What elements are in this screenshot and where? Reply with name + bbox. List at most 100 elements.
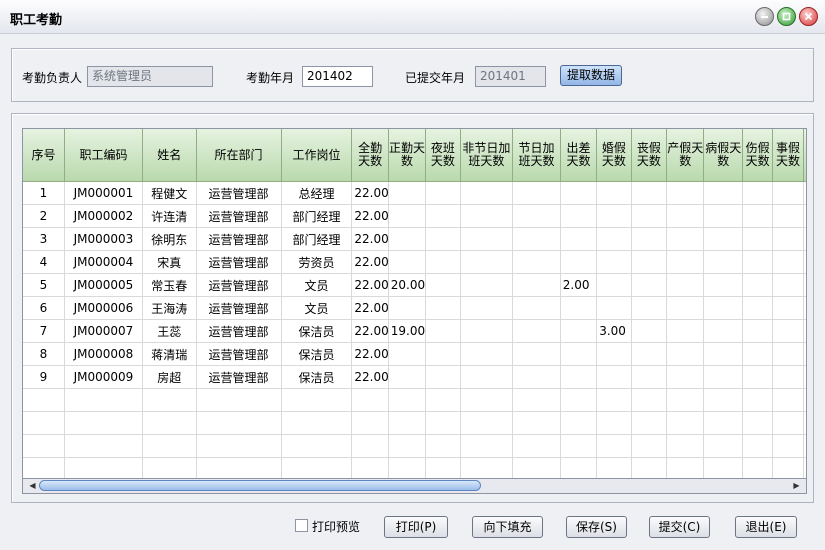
- cell-dept[interactable]: 运营管理部: [196, 227, 282, 251]
- cell-full[interactable]: 22.00: [351, 204, 389, 228]
- cell-ot_holiday[interactable]: [512, 342, 561, 366]
- cell-post[interactable]: 部门经理: [281, 227, 353, 251]
- cell-normal[interactable]: 20.00: [388, 273, 427, 297]
- cell-injury[interactable]: [742, 319, 774, 343]
- cell-code[interactable]: JM000003: [64, 227, 143, 251]
- cell-trip[interactable]: [560, 342, 598, 366]
- cell-personal[interactable]: [772, 342, 804, 366]
- cell-sick[interactable]: [703, 227, 743, 251]
- cell-sick[interactable]: [703, 434, 743, 458]
- cell-no[interactable]: 3: [23, 227, 65, 251]
- table-row-empty[interactable]: [23, 434, 806, 458]
- table-row[interactable]: 2 JM000002 许连清 运营管理部 部门经理 22.00: [23, 204, 806, 228]
- cell-marriage[interactable]: [596, 457, 632, 478]
- column-header-normal[interactable]: 正勤天数: [388, 129, 427, 182]
- cell-ot_nonholiday[interactable]: [460, 434, 514, 458]
- column-header-marriage[interactable]: 婚假天数: [596, 129, 632, 182]
- cell-normal[interactable]: [388, 342, 427, 366]
- cell-dept[interactable]: [196, 434, 282, 458]
- cell-maternity[interactable]: [666, 365, 705, 389]
- cell-visit[interactable]: [803, 457, 806, 478]
- cell-ot_holiday[interactable]: [512, 388, 561, 412]
- cell-injury[interactable]: [742, 181, 774, 205]
- cell-code[interactable]: JM000004: [64, 250, 143, 274]
- cell-sick[interactable]: [703, 181, 743, 205]
- cell-personal[interactable]: [772, 227, 804, 251]
- cell-ot_nonholiday[interactable]: [460, 342, 514, 366]
- cell-trip[interactable]: [560, 250, 598, 274]
- cell-full[interactable]: [351, 388, 389, 412]
- cell-maternity[interactable]: [666, 204, 705, 228]
- cell-normal[interactable]: [388, 296, 427, 320]
- cell-name[interactable]: 徐明东: [142, 227, 197, 251]
- table-row[interactable]: 8 JM000008 蒋清瑞 运营管理部 保洁员 22.00: [23, 342, 806, 366]
- cell-ot_holiday[interactable]: [512, 204, 561, 228]
- cell-trip[interactable]: [560, 296, 598, 320]
- table-row[interactable]: 1 JM000001 程健文 运营管理部 总经理 22.00: [23, 181, 806, 205]
- table-row[interactable]: 9 JM000009 房超 运营管理部 保洁员 22.00: [23, 365, 806, 389]
- cell-normal[interactable]: [388, 411, 427, 435]
- cell-no[interactable]: 6: [23, 296, 65, 320]
- cell-code[interactable]: [64, 388, 143, 412]
- cell-no[interactable]: [23, 411, 65, 435]
- cell-dept[interactable]: [196, 388, 282, 412]
- fill-down-button[interactable]: 向下填充: [472, 516, 543, 538]
- cell-injury[interactable]: [742, 204, 774, 228]
- cell-post[interactable]: 保洁员: [281, 319, 353, 343]
- cell-sick[interactable]: [703, 365, 743, 389]
- cell-personal[interactable]: [772, 181, 804, 205]
- cell-night[interactable]: [425, 250, 461, 274]
- cell-marriage[interactable]: [596, 227, 632, 251]
- cell-visit[interactable]: [803, 250, 806, 274]
- cell-visit[interactable]: [803, 204, 806, 228]
- cell-ot_holiday[interactable]: [512, 250, 561, 274]
- cell-ot_holiday[interactable]: [512, 365, 561, 389]
- cell-post[interactable]: 保洁员: [281, 342, 353, 366]
- cell-sick[interactable]: [703, 319, 743, 343]
- scroll-right-icon[interactable]: ▶: [789, 479, 804, 493]
- cell-maternity[interactable]: [666, 250, 705, 274]
- cell-post[interactable]: 文员: [281, 296, 353, 320]
- cell-personal[interactable]: [772, 296, 804, 320]
- cell-ot_holiday[interactable]: [512, 273, 561, 297]
- cell-trip[interactable]: [560, 457, 598, 478]
- cell-visit[interactable]: [803, 388, 806, 412]
- cell-name[interactable]: 房超: [142, 365, 197, 389]
- cell-ot_holiday[interactable]: [512, 181, 561, 205]
- cell-dept[interactable]: 运营管理部: [196, 273, 282, 297]
- cell-marriage[interactable]: [596, 342, 632, 366]
- cell-injury[interactable]: [742, 296, 774, 320]
- cell-ot_holiday[interactable]: [512, 319, 561, 343]
- cell-funeral[interactable]: [631, 319, 668, 343]
- cell-code[interactable]: JM000007: [64, 319, 143, 343]
- cell-sick[interactable]: [703, 250, 743, 274]
- cell-injury[interactable]: [742, 434, 774, 458]
- cell-funeral[interactable]: [631, 181, 668, 205]
- cell-funeral[interactable]: [631, 227, 668, 251]
- cell-marriage[interactable]: [596, 204, 632, 228]
- cell-name[interactable]: 许连清: [142, 204, 197, 228]
- cell-personal[interactable]: [772, 411, 804, 435]
- cell-no[interactable]: 7: [23, 319, 65, 343]
- cell-full[interactable]: 22.00: [351, 365, 389, 389]
- cell-sick[interactable]: [703, 457, 743, 478]
- cell-ot_holiday[interactable]: [512, 434, 561, 458]
- cell-no[interactable]: [23, 388, 65, 412]
- attendance-grid[interactable]: 序号 职工编码 姓名 所在部门 工作岗位 全勤天数 正勤天数 夜班天数 非节日加班天数 节日加班天…: [22, 128, 807, 479]
- cell-marriage[interactable]: 3.00: [596, 319, 632, 343]
- cell-no[interactable]: 8: [23, 342, 65, 366]
- cell-full[interactable]: [351, 411, 389, 435]
- cell-visit[interactable]: [803, 434, 806, 458]
- column-header-personal[interactable]: 事假天数: [772, 129, 804, 182]
- cell-visit[interactable]: [803, 411, 806, 435]
- cell-personal[interactable]: [772, 434, 804, 458]
- cell-funeral[interactable]: [631, 204, 668, 228]
- table-row-empty[interactable]: [23, 457, 806, 478]
- cell-trip[interactable]: [560, 411, 598, 435]
- cell-no[interactable]: [23, 457, 65, 478]
- cell-trip[interactable]: [560, 181, 598, 205]
- cell-name[interactable]: [142, 388, 197, 412]
- save-button[interactable]: 保存(S): [566, 516, 627, 538]
- cell-post[interactable]: [281, 388, 353, 412]
- maximize-button[interactable]: [777, 7, 796, 26]
